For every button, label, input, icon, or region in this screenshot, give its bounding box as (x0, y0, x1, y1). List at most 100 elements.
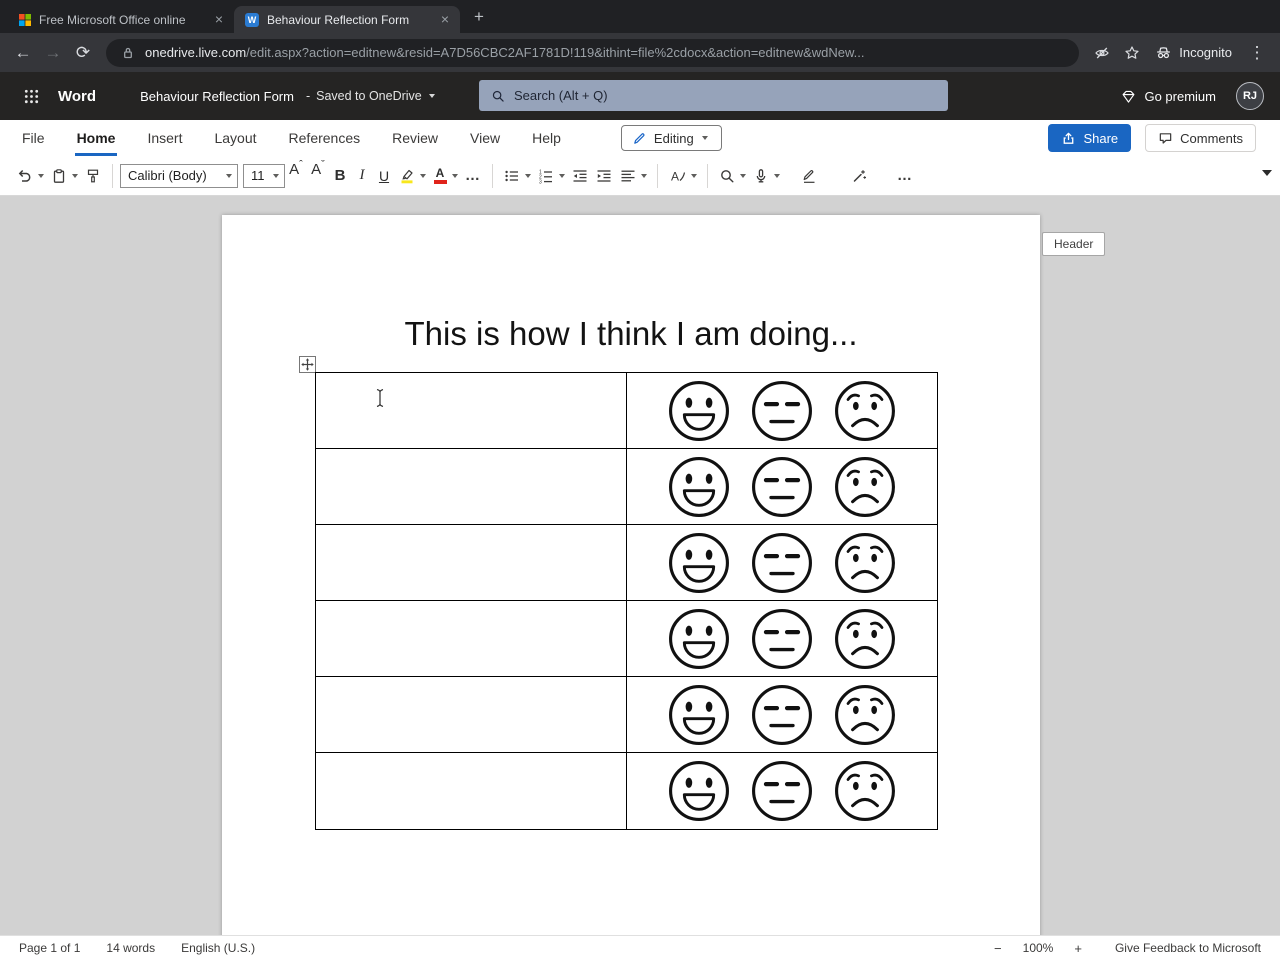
editing-mode-dropdown[interactable]: Editing (620, 125, 722, 151)
bullet-list-chevron-icon[interactable] (525, 173, 531, 178)
chevron-down-icon (273, 173, 279, 178)
apps-grid-icon[interactable] (16, 81, 46, 111)
forward-icon[interactable]: → (38, 38, 68, 68)
share-button[interactable]: Share (1048, 124, 1132, 152)
incognito-badge: Incognito (1155, 44, 1232, 61)
divider (112, 163, 113, 188)
undo-chevron-icon[interactable] (38, 173, 44, 178)
grow-font-icon[interactable]: Aˆ (285, 159, 307, 191)
align-chevron-icon[interactable] (641, 173, 647, 178)
font-size-select[interactable]: 11 (243, 163, 285, 188)
incognito-label: Incognito (1179, 45, 1232, 60)
eye-off-icon[interactable] (1087, 38, 1117, 68)
back-icon[interactable]: ← (8, 38, 38, 68)
search-icon (492, 90, 504, 102)
table-cell-text[interactable] (316, 525, 627, 600)
table-cell-faces[interactable] (627, 449, 937, 524)
font-color-chevron-icon[interactable] (452, 173, 458, 178)
tab-close-icon[interactable]: × (211, 11, 227, 28)
table-cell-text[interactable] (316, 449, 627, 524)
indent-icon[interactable] (592, 161, 616, 191)
dictate-mic-icon[interactable] (749, 161, 773, 191)
browser-menu-icon[interactable]: ⋮ (1242, 38, 1272, 68)
reload-icon[interactable]: ⟳ (68, 38, 98, 68)
browser-tab-document[interactable]: W Behaviour Reflection Form × (234, 6, 460, 33)
tab-close-icon[interactable]: × (437, 11, 453, 28)
tab-insert[interactable]: Insert (145, 120, 184, 156)
table-cell-text[interactable] (316, 677, 627, 752)
tab-references[interactable]: References (287, 120, 363, 156)
numbered-list-icon[interactable]: 123 (534, 161, 558, 191)
align-icon[interactable] (616, 161, 640, 191)
table-cell-faces[interactable] (627, 373, 937, 448)
ribbon-collapse-icon[interactable] (1262, 170, 1272, 176)
neutral-face-icon (752, 608, 812, 669)
highlight-chevron-icon[interactable] (420, 173, 426, 178)
language-status[interactable]: English (U.S.) (181, 941, 255, 955)
find-icon[interactable] (715, 161, 739, 191)
table-cell-text[interactable] (316, 753, 627, 829)
editor-pen-icon[interactable] (797, 161, 821, 191)
address-bar[interactable]: onedrive.live.com/edit.aspx?action=editn… (106, 38, 1080, 67)
header-edit-tab[interactable]: Header (1042, 232, 1106, 256)
zoom-out-button[interactable]: − (994, 941, 1002, 956)
tab-review[interactable]: Review (390, 120, 440, 156)
highlight-icon[interactable] (395, 161, 419, 191)
tab-view[interactable]: View (468, 120, 502, 156)
word-count[interactable]: 14 words (106, 941, 155, 955)
more-formatting-icon[interactable]: … (461, 161, 485, 191)
tab-home[interactable]: Home (74, 120, 118, 156)
go-premium-button[interactable]: Go premium (1121, 89, 1216, 104)
shrink-font-icon[interactable]: Aˇ (307, 159, 329, 191)
table-cell-faces[interactable] (627, 753, 937, 829)
table-move-handle-icon[interactable] (299, 356, 316, 373)
word-top-bar: Word Behaviour Reflection Form - Saved t… (0, 72, 1280, 120)
table-cell-faces[interactable] (627, 525, 937, 600)
dictate-chevron-icon[interactable] (774, 173, 780, 178)
styles-chevron-icon[interactable] (691, 173, 697, 178)
font-color-icon[interactable]: A (429, 161, 451, 191)
bookmark-star-icon[interactable] (1117, 38, 1147, 68)
toolbar-overflow-icon[interactable]: … (893, 161, 917, 191)
tab-file[interactable]: File (20, 120, 47, 156)
document-heading[interactable]: This is how I think I am doing... (222, 315, 1040, 353)
share-label: Share (1083, 130, 1119, 146)
italic-icon[interactable]: I (351, 161, 373, 191)
app-name[interactable]: Word (58, 88, 96, 105)
new-tab-button[interactable]: + (466, 4, 492, 30)
tab-layout[interactable]: Layout (212, 120, 258, 156)
status-bar: Page 1 of 1 14 words English (U.S.) − 10… (0, 935, 1280, 960)
browser-tab-office[interactable]: Free Microsoft Office online × (8, 6, 234, 33)
screen: Free Microsoft Office online × W Behavio… (0, 0, 1280, 960)
paste-chevron-icon[interactable] (72, 173, 78, 178)
zoom-level[interactable]: 100% (1023, 941, 1054, 955)
document-title-field[interactable]: Behaviour Reflection Form (140, 89, 294, 104)
zoom-in-button[interactable]: + (1074, 941, 1082, 956)
premium-diamond-icon (1123, 90, 1135, 103)
comments-button[interactable]: Comments (1145, 124, 1256, 152)
format-painter-icon[interactable] (81, 161, 105, 191)
table-cell-faces[interactable] (627, 601, 937, 676)
lock-icon (124, 47, 132, 58)
table-cell-faces[interactable] (627, 677, 937, 752)
styles-icon[interactable]: A (665, 161, 690, 191)
feedback-link[interactable]: Give Feedback to Microsoft (1115, 941, 1261, 955)
saved-status[interactable]: - Saved to OneDrive (306, 89, 438, 103)
font-name-select[interactable]: Calibri (Body) (120, 163, 238, 188)
outdent-icon[interactable] (568, 161, 592, 191)
undo-icon[interactable] (12, 161, 37, 191)
tab-help[interactable]: Help (530, 120, 563, 156)
magic-wand-icon[interactable] (847, 161, 871, 191)
underline-icon[interactable]: U (373, 161, 395, 191)
bold-icon[interactable]: B (329, 161, 351, 191)
paste-icon[interactable] (47, 161, 71, 191)
numbered-list-chevron-icon[interactable] (559, 173, 565, 178)
avatar[interactable]: RJ (1236, 82, 1264, 110)
table-cell-text[interactable] (316, 373, 627, 448)
table-cell-text[interactable] (316, 601, 627, 676)
search-input[interactable]: Search (Alt + Q) (479, 80, 948, 111)
bullet-list-icon[interactable] (500, 161, 524, 191)
page-count[interactable]: Page 1 of 1 (19, 941, 80, 955)
find-chevron-icon[interactable] (740, 173, 746, 178)
svg-text:A: A (671, 169, 679, 183)
